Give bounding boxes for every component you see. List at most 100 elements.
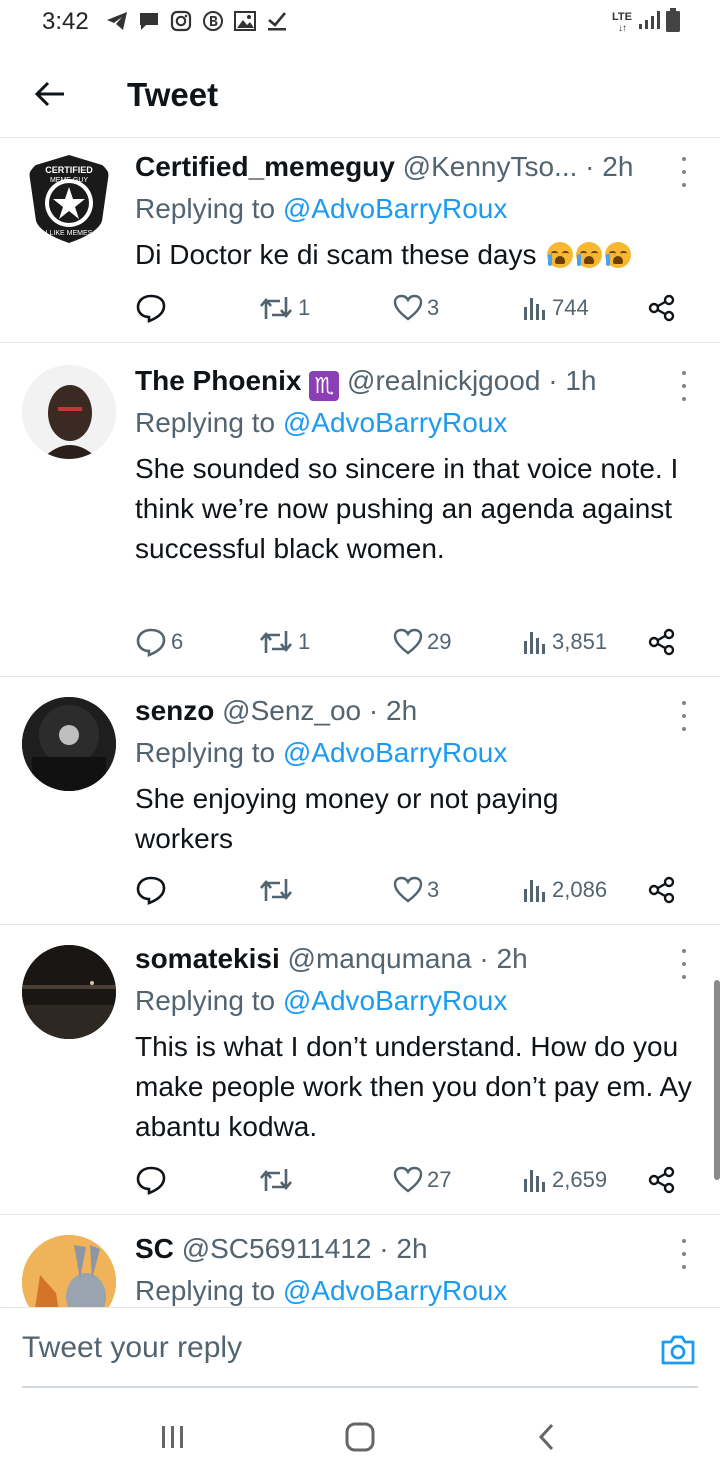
share-button[interactable] [648,291,676,325]
telegram-icon [106,10,128,32]
svg-text:CERTIFIED: CERTIFIED [45,165,93,175]
tweet-item[interactable]: The Phoenix ♏ @realnickjgood · 1h Replyi… [0,343,720,677]
reply-button[interactable] [135,291,171,325]
back-button[interactable] [30,74,70,114]
check-download-icon [266,10,288,32]
tweet-actions: 1 3 744 [0,291,720,325]
more-options-button[interactable] [676,157,692,187]
like-button[interactable]: 27 [393,1163,451,1197]
signal-icon [638,10,660,35]
share-button[interactable] [648,1163,676,1197]
share-icon [648,294,675,322]
user-handle: @realnickjgood [347,365,541,396]
gallery-icon [234,10,256,32]
home-button[interactable] [330,1417,390,1457]
tweet-item[interactable]: CERTIFIED MEME GUY I LIKE MEMES Certifie… [0,139,720,343]
display-name[interactable]: senzo [135,695,214,726]
display-name[interactable]: Certified_memeguy [135,151,395,182]
views-button[interactable]: 744 [522,291,589,325]
reply-button[interactable]: 6 [135,625,183,659]
system-navigation-bar [0,1397,720,1480]
mention-link[interactable]: @AdvoBarryRoux [283,407,508,438]
avatar[interactable] [22,945,116,1039]
retweet-button[interactable] [258,873,298,907]
tweet-header: The Phoenix ♏ @realnickjgood · 1h [135,365,670,401]
heart-icon [393,294,423,321]
replies-feed[interactable]: CERTIFIED MEME GUY I LIKE MEMES Certifie… [0,139,720,1307]
reply-icon [136,1166,166,1195]
reply-icon [136,628,166,657]
reply-icon [136,876,166,905]
replying-to: Replying to @AdvoBarryRoux [135,985,508,1016]
home-icon [345,1422,375,1452]
retweet-button[interactable]: 1 [258,291,310,325]
more-options-button[interactable] [676,949,692,979]
arrow-left-icon [34,81,64,107]
retweet-icon [260,631,292,653]
tweet-item[interactable]: somatekisi @manqumana · 2h Replying to @… [0,925,720,1215]
display-name[interactable]: The Phoenix [135,365,301,396]
user-handle: @manqumana [287,943,472,974]
tweet-item[interactable]: senzo @Senz_oo · 2h Replying to @AdvoBar… [0,677,720,925]
heart-icon [393,876,423,903]
status-time: 3:42 [42,8,89,35]
more-options-button[interactable] [676,1239,692,1269]
share-button[interactable] [648,873,676,907]
more-options-button[interactable] [676,701,692,731]
tweet-time: · 2h [479,943,528,974]
share-button[interactable] [648,625,676,659]
reply-input[interactable] [22,1328,622,1368]
svg-text:MEME GUY: MEME GUY [50,177,88,184]
user-handle: @KennyTso... [402,151,578,182]
mention-link[interactable]: @AdvoBarryRoux [283,737,508,768]
replying-to: Replying to @AdvoBarryRoux [135,1275,508,1306]
message-icon [138,10,160,32]
retweet-button[interactable] [258,1163,298,1197]
more-options-button[interactable] [676,371,692,401]
avatar[interactable] [22,365,116,459]
scrollbar[interactable] [714,980,720,1180]
user-photo [22,365,116,459]
retweet-button[interactable]: 1 [258,625,310,659]
system-indicators: LTE ↓↑ [612,8,680,37]
scorpio-badge-icon: ♏ [309,371,340,401]
analytics-icon [524,632,545,654]
views-button[interactable]: 2,659 [522,1163,607,1197]
like-button[interactable]: 3 [393,873,439,907]
like-button[interactable]: 3 [393,291,439,325]
like-button[interactable]: 29 [393,625,451,659]
analytics-icon [524,880,545,902]
recents-icon [162,1426,183,1448]
reply-button[interactable] [135,1163,171,1197]
views-button[interactable]: 2,086 [522,873,607,907]
system-back-button[interactable] [517,1417,577,1457]
recents-button[interactable] [143,1417,203,1457]
user-handle: @Senz_oo [222,695,362,726]
display-name[interactable]: SC [135,1233,174,1264]
tweet-header: SC @SC56911412 · 2h [135,1233,670,1265]
tweet-item[interactable]: SC @SC56911412 · 2h Replying to @AdvoBar… [0,1215,720,1307]
tweet-text: She enjoying money or not paying workers [135,783,559,854]
camera-button[interactable] [658,1330,698,1370]
mention-link[interactable]: @AdvoBarryRoux [283,985,508,1016]
views-button[interactable]: 3,851 [522,625,607,659]
replying-to: Replying to @AdvoBarryRoux [135,737,508,768]
reply-composer [0,1307,720,1397]
tweet-actions: 6 1 29 3,851 [0,625,720,659]
analytics-icon [524,1170,545,1192]
night-road-photo [22,945,116,1039]
heart-icon [393,628,423,655]
tweet-time: · 1h [548,365,597,396]
tweet-time: · 2h [379,1233,428,1264]
mention-link[interactable]: @AdvoBarryRoux [283,193,508,224]
reply-button[interactable] [135,873,171,907]
display-name[interactable]: somatekisi [135,943,280,974]
retweet-icon [260,1169,292,1191]
meme-badge-logo: CERTIFIED MEME GUY I LIKE MEMES [29,155,109,243]
avatar[interactable]: CERTIFIED MEME GUY I LIKE MEMES [22,151,116,245]
replying-to: Replying to @AdvoBarryRoux [135,193,508,224]
avatar[interactable] [22,1235,116,1307]
avatar[interactable] [22,697,116,791]
mention-link[interactable]: @AdvoBarryRoux [283,1275,508,1306]
tweet-text: She sounded so sincere in that voice not… [135,453,679,564]
